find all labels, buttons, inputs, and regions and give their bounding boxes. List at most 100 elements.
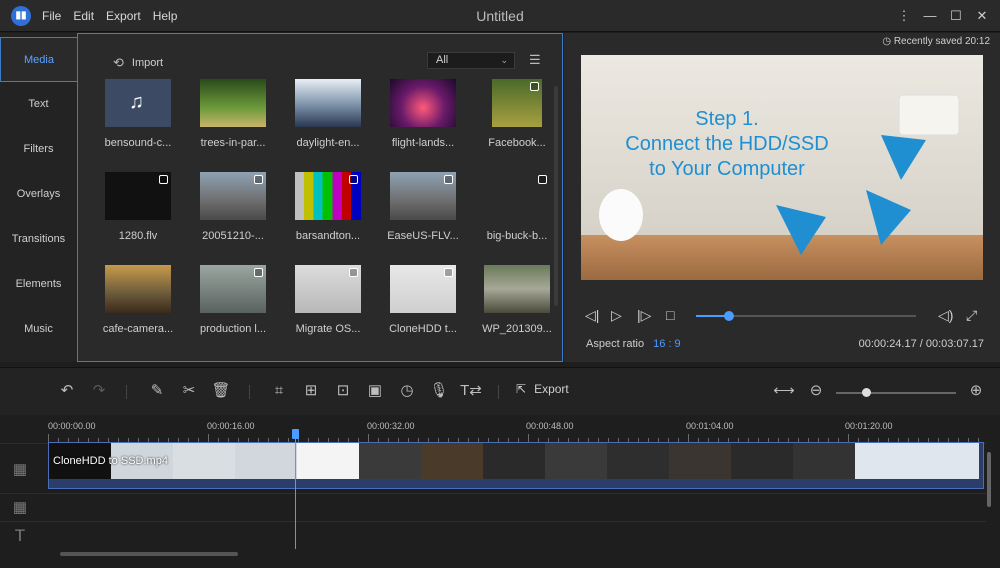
media-thumbnail: [390, 172, 456, 220]
playback-slider[interactable]: [696, 311, 916, 321]
play-icon[interactable]: ▷: [611, 307, 622, 324]
time-readout: 00:00:24.17 / 00:03:07.17: [858, 338, 984, 350]
media-item[interactable]: trees-in-par...: [194, 79, 272, 149]
tab-transitions[interactable]: Transitions: [0, 217, 77, 262]
export-button[interactable]: ⇱ Export: [516, 382, 569, 396]
tab-filters[interactable]: Filters: [0, 127, 77, 172]
fullscreen-icon[interactable]: ⤢: [966, 307, 977, 324]
zoom-crop-icon[interactable]: ⊞: [300, 380, 322, 402]
media-item[interactable]: Facebook...: [478, 79, 556, 149]
volume-icon[interactable]: ◁): [938, 307, 953, 324]
delete-icon[interactable]: 🗑: [210, 380, 232, 402]
aspect-value[interactable]: 16 : 9: [653, 338, 681, 350]
import-button[interactable]: ⟲ Import: [113, 55, 163, 71]
fit-timeline-icon[interactable]: ⟷: [773, 380, 795, 402]
import-label: Import: [131, 57, 164, 69]
timeline-vertical-scrollbar[interactable]: [987, 452, 991, 507]
app-window: ▮▮ File Edit Export Help Untitled ⋮ — ☐ …: [0, 0, 1000, 568]
media-item[interactable]: CloneHDD t...: [384, 265, 462, 335]
music-note-icon: ♫: [129, 91, 144, 113]
tab-elements[interactable]: Elements: [0, 262, 77, 307]
scissors-icon[interactable]: ✂: [178, 380, 200, 402]
video-preview[interactable]: Step 1. Connect the HDD/SSD to Your Comp…: [581, 55, 983, 280]
menu-help[interactable]: Help: [153, 0, 186, 32]
pencil-icon[interactable]: ✎: [146, 380, 168, 402]
text-to-speech-icon[interactable]: T⇄: [460, 380, 482, 402]
divider: [126, 385, 127, 399]
clock-check-icon: ◷: [882, 36, 892, 47]
clip-frame: [359, 443, 421, 479]
tab-music[interactable]: Music: [0, 307, 77, 352]
media-item-name: trees-in-par...: [200, 137, 266, 149]
media-thumbnail: [105, 265, 171, 313]
preview-panel: ◷ Recently saved 20:12 Step 1. Connect t…: [564, 33, 1000, 362]
stop-icon[interactable]: □: [666, 307, 674, 323]
media-item[interactable]: big-buck-b...: [478, 172, 556, 242]
time-ruler[interactable]: 00:00:00.00 00:00:16.00 00:00:32.00 00:0…: [48, 415, 984, 443]
timeline: 00:00:00.00 00:00:16.00 00:00:32.00 00:0…: [0, 415, 1000, 568]
speed-icon[interactable]: ◷: [396, 380, 418, 402]
media-item[interactable]: WP_201309...: [478, 265, 556, 335]
playhead[interactable]: [295, 431, 296, 549]
media-item[interactable]: cafe-camera...: [99, 265, 177, 335]
media-filter-select[interactable]: All ⌄: [427, 52, 515, 69]
media-item[interactable]: ♫ bensound-c...: [99, 79, 177, 149]
media-item[interactable]: EaseUS-FLV...: [384, 172, 462, 242]
tab-text[interactable]: Text: [0, 82, 77, 127]
video-track-icon: ▦: [12, 461, 28, 478]
media-item[interactable]: production l...: [194, 265, 272, 335]
clip-frame: [545, 443, 607, 479]
media-item-name: WP_201309...: [482, 323, 552, 335]
overlay-track: ▦: [0, 493, 986, 521]
clip-frame: [235, 443, 297, 479]
maximize-icon[interactable]: ☐: [943, 0, 969, 32]
previous-frame-icon[interactable]: ◁|: [585, 307, 599, 324]
menu-file[interactable]: File: [42, 0, 69, 32]
freeze-frame-icon[interactable]: ▣: [364, 380, 386, 402]
zoom-in-icon[interactable]: ⊕: [965, 380, 987, 402]
close-icon[interactable]: ✕: [969, 0, 995, 32]
video-clip[interactable]: CloneHDD to SSD.mp4: [48, 442, 984, 489]
media-item[interactable]: daylight-en...: [289, 79, 367, 149]
sidebar-tabs: Media Text Filters Overlays Transitions …: [0, 33, 77, 362]
media-item[interactable]: Migrate OS...: [289, 265, 367, 335]
minimize-icon[interactable]: —: [917, 0, 943, 32]
zoom-slider[interactable]: [836, 388, 956, 397]
clip-frame: [731, 443, 793, 479]
divider: [498, 385, 499, 399]
playback-knob[interactable]: [724, 311, 734, 321]
redo-icon[interactable]: ↷: [88, 380, 110, 402]
zoom-out-icon[interactable]: ⊖: [805, 380, 827, 402]
menu-export[interactable]: Export: [106, 0, 149, 32]
list-view-icon[interactable]: ☰: [529, 52, 541, 68]
media-item-name: big-buck-b...: [486, 230, 548, 242]
mosaic-icon[interactable]: ⊡: [332, 380, 354, 402]
next-frame-icon[interactable]: |▷: [637, 307, 651, 324]
tab-media[interactable]: Media: [0, 37, 77, 82]
video-badge-icon: [254, 268, 263, 277]
app-logo-icon: ▮▮: [11, 6, 31, 26]
media-item-name: barsandton...: [295, 230, 361, 242]
media-item-name: flight-lands...: [391, 137, 455, 149]
crop-icon[interactable]: ⌗: [268, 380, 290, 402]
zoom-knob[interactable]: [862, 388, 871, 397]
ruler-label: 00:00:48.00: [526, 421, 574, 431]
media-item[interactable]: 20051210-...: [194, 172, 272, 242]
media-item-name: 20051210-...: [202, 230, 264, 242]
video-badge-icon: [159, 175, 168, 184]
slide-line: Step 1.: [695, 108, 759, 130]
microphone-icon[interactable]: 🎙: [428, 380, 450, 402]
slide-line: Connect the HDD/SSD: [625, 133, 829, 155]
ruler-ticks: [48, 434, 979, 443]
media-item[interactable]: 1280.flv: [99, 172, 177, 242]
ruler-label: 00:00:00.00: [48, 421, 96, 431]
timeline-scrollbar[interactable]: [60, 552, 238, 556]
tab-overlays[interactable]: Overlays: [0, 172, 77, 217]
media-item[interactable]: barsandton...: [289, 172, 367, 242]
more-icon[interactable]: ⋮: [891, 0, 917, 32]
media-item-name: EaseUS-FLV...: [387, 230, 459, 242]
menu-edit[interactable]: Edit: [73, 0, 102, 32]
media-item[interactable]: flight-lands...: [384, 79, 462, 149]
media-thumbnail: [200, 265, 266, 313]
undo-icon[interactable]: ↶: [56, 380, 78, 402]
